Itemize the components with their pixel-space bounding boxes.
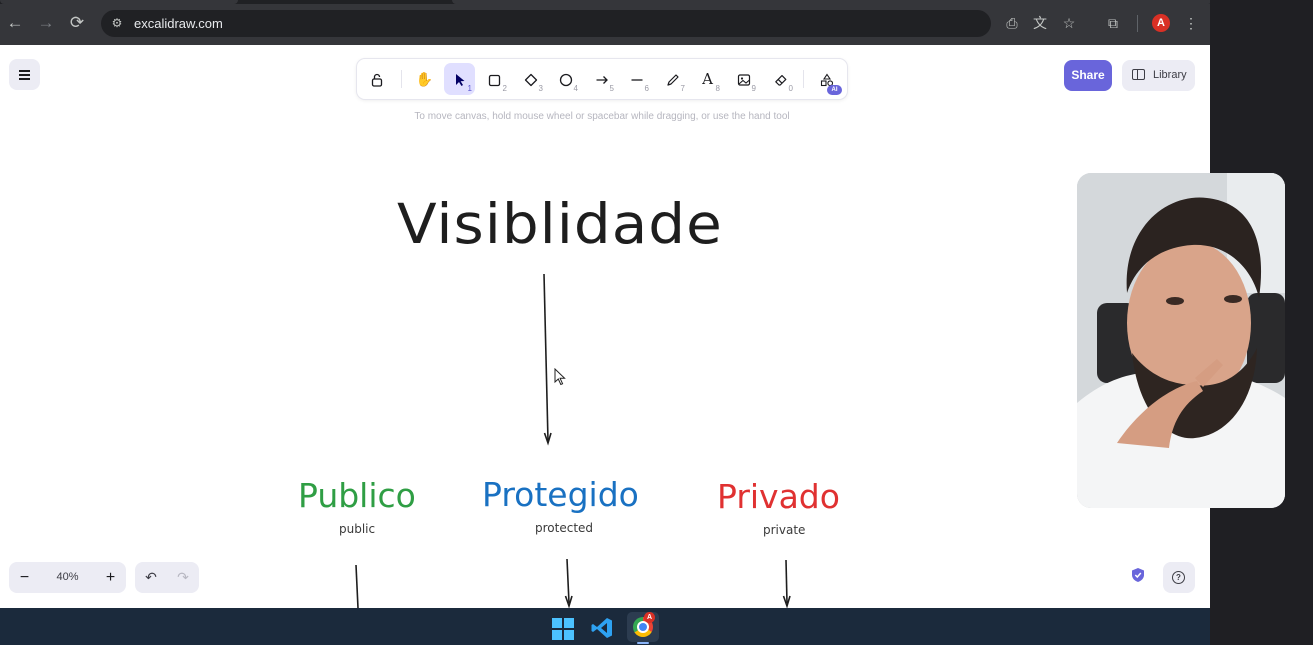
reload-icon[interactable]: ⟳ [66,12,88,34]
node-title-protected[interactable]: Protegido [482,475,639,514]
redo-icon[interactable]: ↷ [167,562,199,593]
node-title-public[interactable]: Publico [298,476,416,515]
tab[interactable] [452,0,1210,4]
webcam-overlay [1077,173,1285,508]
node-title-private[interactable]: Privado [717,477,840,516]
webcam-person-image [1077,173,1285,508]
address-bar[interactable]: ⚙ excalidraw.com [101,10,991,37]
kebab-menu-icon[interactable]: ⋮ [1182,14,1200,32]
site-settings-icon[interactable]: ⚙ [109,15,125,31]
vscode-icon[interactable] [590,616,614,640]
url-text[interactable]: excalidraw.com [134,16,223,31]
history-controls: ↶ ↷ [135,562,199,593]
forward-arrow-icon[interactable]: → [35,12,57,34]
browser-window: ← → ⟳ ⚙ excalidraw.com ⎙ 文 ☆ ⧉ A ⋮ ✋ 1 2… [0,0,1210,608]
profile-avatar[interactable]: A [1152,14,1170,32]
zoom-out-button[interactable]: − [9,562,40,593]
active-app-indicator [637,642,649,644]
tab[interactable] [0,0,238,4]
arrow-protected-down [566,558,570,604]
encryption-shield-icon[interactable] [1128,567,1148,587]
undo-icon[interactable]: ↶ [135,562,167,593]
mouse-cursor-icon [554,368,566,386]
node-sub-private[interactable]: private [763,523,805,537]
browser-toolbar: ← → ⟳ ⚙ excalidraw.com ⎙ 文 ☆ ⧉ A ⋮ [0,0,1210,45]
arrow-private-down [785,559,788,604]
windows-start-icon[interactable] [552,618,574,640]
excalidraw-canvas[interactable]: ✋ 1 2 3 4 5 6 7 A 8 9 0 AI To move canva… [0,45,1210,608]
windows-taskbar: A [0,608,1210,645]
extensions-icon[interactable]: ⧉ [1104,14,1122,32]
chrome-icon[interactable]: A [627,612,659,642]
translate-icon[interactable]: 文 [1031,14,1049,32]
arrow-public-down [355,564,359,608]
help-icon: ? [1172,571,1185,584]
back-arrow-icon[interactable]: ← [4,12,26,34]
chrome-profile-badge: A [644,612,655,623]
zoom-in-button[interactable]: + [95,562,126,593]
toolbar-divider [1137,15,1138,32]
install-app-icon[interactable]: ⎙ [1003,14,1021,32]
diagram-arrows [355,273,791,608]
zoom-level[interactable]: 40% [40,562,95,593]
arrow-title-down [543,273,549,442]
node-sub-public[interactable]: public [339,522,375,536]
tab-strip [0,0,1210,4]
node-sub-protected[interactable]: protected [535,521,593,535]
bookmark-star-icon[interactable]: ☆ [1060,14,1078,32]
help-button[interactable]: ? [1163,562,1195,593]
zoom-controls: − 40% + [9,562,126,593]
